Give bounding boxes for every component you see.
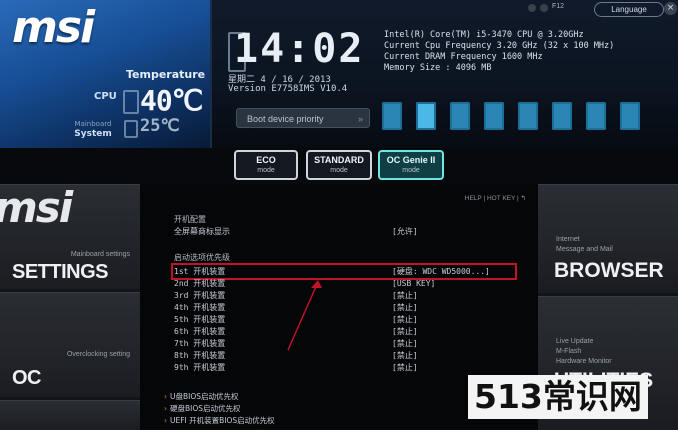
hdd-bios-priority-link[interactable]: › 硬盘BIOS启动优先权 [164, 403, 241, 414]
msi-logo-settings: msi [0, 183, 73, 232]
oc-genie-mode-button[interactable]: OC Genie II mode [378, 150, 444, 180]
bios-version: Version E7758IMS V10.4 [228, 84, 348, 94]
system-temp-label: Mainboard System [72, 120, 114, 139]
boot-device-priority-button[interactable]: Boot device priority » [236, 108, 370, 128]
oc-genie-mode-sub: mode [402, 167, 420, 174]
boot-device-priority-label: Boot device priority [247, 114, 324, 124]
boot-device-icon[interactable] [620, 102, 640, 130]
utilities-subtitle-3: Hardware Monitor [556, 358, 612, 365]
browser-subtitle-2: Message and Mail [556, 246, 613, 253]
utilities-subtitle-2: M-Flash [556, 348, 582, 355]
cpu-model: Intel(R) Core(TM) i5-3470 CPU @ 3.20GHz [384, 30, 584, 40]
utilities-subtitle-1: Live Update [556, 338, 594, 345]
oc-subtitle: Overclocking setting [66, 351, 130, 358]
settings-title: SETTINGS [12, 261, 109, 283]
clock-time: 14:02 [234, 26, 365, 72]
boot-device-icon[interactable] [484, 102, 504, 130]
eco-mode-sub: mode [257, 167, 275, 174]
chevron-right-icon: › [164, 416, 167, 425]
browser-subtitle-1: Internet [556, 236, 580, 243]
usb-bios-priority-link[interactable]: › U盘BIOS启动优先权 [164, 391, 239, 402]
cpu-temp-digit-box [123, 90, 139, 114]
temperature-title: Temperature [126, 68, 206, 81]
left-nav: msi Mainboard settings SETTINGS Overcloc… [0, 184, 140, 430]
indicator-dot [528, 4, 536, 12]
settings-subtitle: Mainboard settings [70, 251, 130, 258]
eco-mode-button[interactable]: ECO mode [234, 150, 298, 180]
chevron-right-icon: › [164, 392, 167, 401]
header-bar: msi Temperature CPU 40℃ Mainboard System … [0, 0, 678, 148]
dram-frequency: Current DRAM Frequency 1600 MHz [384, 52, 543, 62]
standard-mode-sub: mode [330, 167, 348, 174]
boot-device-icon[interactable] [586, 102, 606, 130]
close-icon[interactable]: × [664, 2, 677, 15]
boot-device-icon[interactable] [450, 102, 470, 130]
oc-genie-mode-title: OC Genie II [386, 155, 436, 165]
eco-mode-title: ECO [256, 155, 276, 165]
uefi-bios-priority-link[interactable]: › UEFI 开机装置BIOS启动优先权 [164, 415, 275, 426]
system-temperature: 25℃ [140, 116, 180, 136]
oc-panel[interactable]: Overclocking setting OC [0, 292, 140, 397]
next-panel[interactable] [0, 400, 140, 430]
msi-logo-area: msi Temperature CPU 40℃ Mainboard System … [0, 0, 212, 148]
standard-mode-button[interactable]: STANDARD mode [306, 150, 372, 180]
boot-device-icon[interactable] [382, 102, 402, 130]
language-button[interactable]: Language [594, 2, 664, 17]
f12-label[interactable]: F12 [552, 3, 564, 10]
standard-mode-title: STANDARD [314, 155, 364, 165]
cpu-temperature: 40℃ [140, 84, 203, 117]
system-temp-label-small: Mainboard [74, 120, 112, 128]
system-temp-digit-box [124, 120, 138, 138]
cpu-frequency: Current Cpu Frequency 3.20 GHz (32 x 100… [384, 41, 615, 51]
boot-device-icon[interactable] [552, 102, 572, 130]
browser-title: BROWSER [554, 259, 664, 282]
memory-size: Memory Size : 4096 MB [384, 63, 492, 73]
indicator-dot [540, 4, 548, 12]
oc-title: OC [12, 367, 42, 389]
chevron-right-icon: › [164, 404, 167, 413]
system-temp-label-main: System [74, 129, 112, 139]
settings-panel[interactable]: msi Mainboard settings SETTINGS [0, 184, 140, 289]
chevron-right-icon: » [357, 114, 363, 124]
msi-logo: msi [12, 2, 95, 53]
boot-device-icon[interactable] [518, 102, 538, 130]
watermark: 513常识网 [468, 375, 648, 419]
browser-panel[interactable]: Internet Message and Mail BROWSER [538, 184, 678, 293]
system-info: Intel(R) Core(TM) i5-3470 CPU @ 3.20GHz … [384, 30, 614, 74]
cpu-temp-label: CPU [94, 91, 117, 102]
boot-device-icon[interactable] [416, 102, 436, 130]
